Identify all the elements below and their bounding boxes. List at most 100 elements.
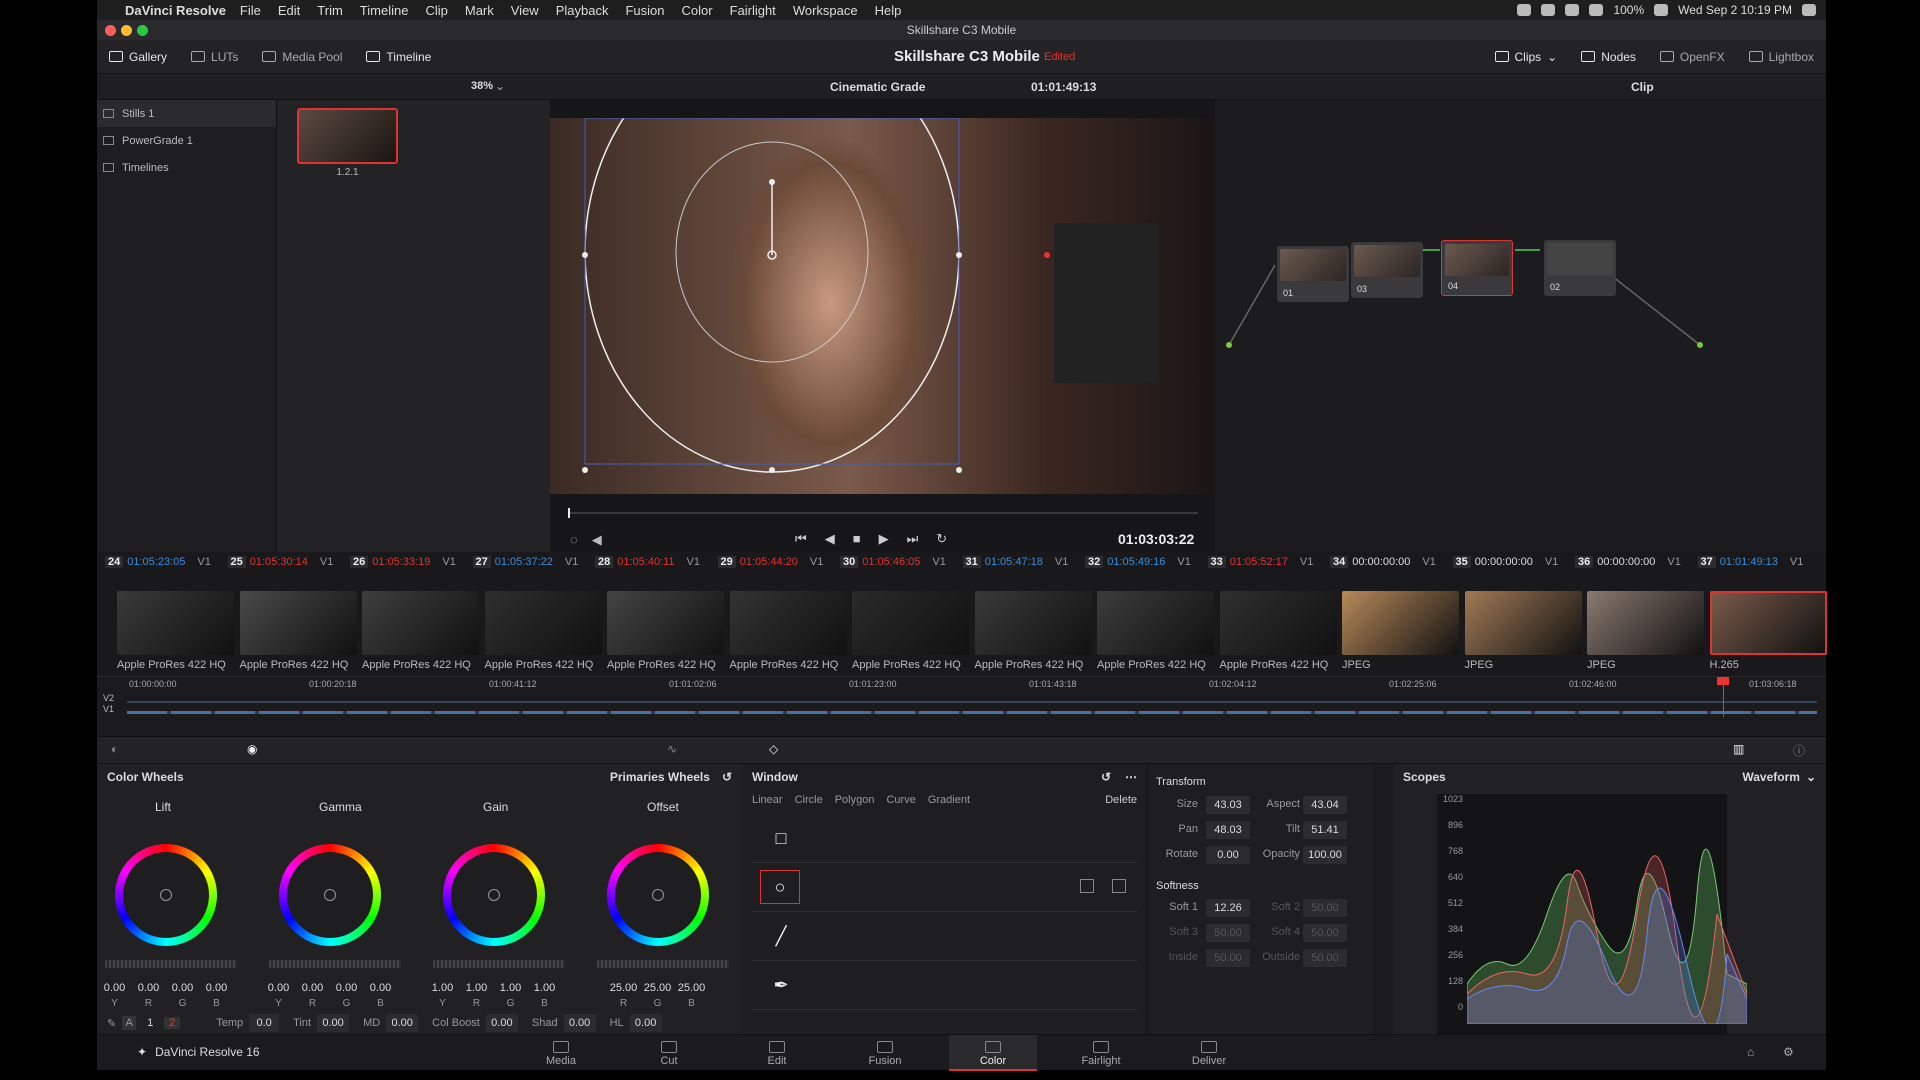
menu-timeline[interactable]: Timeline (360, 3, 409, 18)
temp-field[interactable]: 0.0 (249, 1014, 280, 1032)
scopes-icon[interactable]: ▥ (1733, 742, 1744, 756)
scrubber-playhead[interactable] (568, 508, 570, 518)
nodes-button[interactable]: Nodes (1569, 40, 1648, 74)
menu-color[interactable]: Color (681, 3, 712, 18)
page-2-button[interactable]: 2 (164, 1017, 181, 1029)
wheel-value[interactable]: 0.00 (132, 982, 165, 994)
luts-button[interactable]: LUTs (179, 40, 250, 74)
still-thumbnail[interactable] (297, 108, 398, 164)
clip-thumbnail[interactable] (239, 591, 357, 655)
clip-thumbnail[interactable] (974, 591, 1092, 655)
minimize-button[interactable] (121, 25, 132, 36)
clip-header[interactable]: 26 01:05:33:19 V1 (350, 552, 456, 571)
creative-cloud-icon[interactable] (1541, 4, 1556, 16)
wheel-center-handle[interactable] (324, 889, 336, 901)
gallery-item-timelines[interactable]: Timelines (97, 154, 276, 181)
soft1-field[interactable]: 12.26 (1206, 899, 1250, 917)
aspect-field[interactable]: 43.04 (1303, 796, 1347, 814)
node-02[interactable]: 02 (1544, 240, 1616, 296)
loop-mode-icon[interactable]: ◌ (570, 532, 578, 548)
menu-workspace[interactable]: Workspace (793, 3, 858, 18)
page-fairlight[interactable]: Fairlight (1057, 1035, 1145, 1071)
circle-window-outer[interactable] (584, 118, 960, 473)
clip-thumbnail[interactable] (1342, 591, 1459, 655)
clip-thumbnail[interactable] (852, 591, 969, 655)
clip-header[interactable]: 33 01:05:52:17 V1 (1207, 552, 1313, 571)
menu-trim[interactable]: Trim (317, 3, 343, 18)
scope-mode-select[interactable]: Waveform (1742, 770, 1800, 784)
window-enable-toggle[interactable] (1080, 879, 1094, 893)
window-handle-right[interactable] (956, 252, 962, 258)
node-input[interactable] (1226, 342, 1232, 348)
wheel-value[interactable]: 0.00 (166, 982, 199, 994)
node-editor[interactable]: 01 03 04 02 (1215, 100, 1826, 555)
menu-edit[interactable]: Edit (278, 3, 300, 18)
node-04[interactable]: 04 (1441, 240, 1513, 296)
soft3-field[interactable]: 50.00 (1206, 924, 1250, 942)
soft2-field[interactable]: 50.00 (1303, 899, 1347, 917)
clip-header[interactable]: 34 00:00:00:00 V1 (1330, 552, 1436, 571)
search-icon[interactable] (1802, 4, 1816, 16)
clips-button[interactable]: Clips ⌄ (1483, 40, 1570, 74)
auto-balance-icon[interactable]: ✎ (107, 1017, 116, 1030)
wheel-value[interactable]: 0.00 (200, 982, 233, 994)
page-fusion[interactable]: Fusion (841, 1035, 929, 1071)
clip-thumbnail[interactable] (1219, 591, 1337, 655)
window-handle-bottom-right[interactable] (956, 467, 962, 473)
zoom-button[interactable] (137, 25, 148, 36)
clip-thumbnail[interactable] (1097, 591, 1214, 655)
media-pool-button[interactable]: Media Pool (250, 40, 354, 74)
camera-raw-icon[interactable]: ◐ (111, 742, 118, 756)
wheel-value[interactable]: 0.00 (364, 982, 397, 994)
zoom-select[interactable]: 38% (471, 80, 493, 92)
page-cut[interactable]: Cut (625, 1035, 713, 1071)
gallery-item-stills[interactable]: Stills 1 (97, 100, 276, 127)
window-row-linear[interactable]: ╱ (752, 912, 1137, 961)
wheel-value[interactable]: 25.00 (641, 982, 674, 994)
window-tool-polygon[interactable]: Polygon (835, 794, 875, 806)
info-icon[interactable]: ⓘ (1793, 742, 1805, 759)
menu-fairlight[interactable]: Fairlight (730, 3, 776, 18)
color-boost-field[interactable]: 0.00 (485, 1014, 518, 1032)
outside-field[interactable]: 50.00 (1303, 949, 1347, 967)
node-01[interactable]: 01 (1277, 246, 1349, 302)
window-handle-bottom-left[interactable] (582, 467, 588, 473)
menu-mark[interactable]: Mark (465, 3, 494, 18)
chevron-down-icon[interactable]: ⌄ (1806, 770, 1816, 784)
battery-icon[interactable] (1654, 4, 1669, 16)
master-wheel-slider[interactable] (597, 960, 729, 968)
clip-header[interactable]: 36 00:00:00:00 V1 (1575, 552, 1681, 571)
pan-field[interactable]: 48.03 (1206, 821, 1250, 839)
clip-header[interactable]: 37 01:01:49:13 V1 (1697, 552, 1803, 571)
wheel-value[interactable]: 1.00 (528, 982, 561, 994)
color-wheel-gamma[interactable] (279, 844, 381, 946)
menu-help[interactable]: Help (875, 3, 902, 18)
clip-thumbnail[interactable] (117, 591, 234, 655)
highlights-field[interactable]: 0.00 (629, 1014, 662, 1032)
timeline-button[interactable]: Timeline (354, 40, 443, 74)
volume-icon[interactable]: ◀ (592, 532, 602, 548)
master-wheel-slider[interactable] (269, 960, 401, 968)
rotate-field[interactable]: 0.00 (1206, 846, 1250, 864)
menu-fusion[interactable]: Fusion (625, 3, 664, 18)
wheel-value[interactable]: 0.00 (262, 982, 295, 994)
tilt-field[interactable]: 51.41 (1303, 821, 1347, 839)
wheel-center-handle[interactable] (488, 889, 500, 901)
play-reverse-icon[interactable]: ◀ (825, 531, 835, 547)
window-row-curve[interactable]: ✒ (752, 961, 1137, 1010)
soft4-field[interactable]: 50.00 (1303, 924, 1347, 942)
scrubber-bar[interactable] (568, 512, 1198, 514)
clip-thumbnail[interactable] (484, 591, 602, 655)
page-edit[interactable]: Edit (733, 1035, 821, 1071)
viewer-timecode[interactable]: 01:01:49:13 (1031, 80, 1096, 94)
mini-timeline[interactable]: 01:00:00:00 01:00:20:18 01:00:41:12 01:01:0… (97, 676, 1826, 736)
play-icon[interactable]: ▶ (879, 531, 889, 547)
window-invert-toggle[interactable] (1112, 879, 1126, 893)
node-output[interactable] (1697, 342, 1703, 348)
color-wheel-offset[interactable] (607, 844, 709, 946)
a-button[interactable]: A (122, 1016, 137, 1030)
grade-name-select[interactable]: Cinematic Grade (830, 80, 925, 94)
window-rotate-handle[interactable] (769, 179, 775, 185)
menu-file[interactable]: File (240, 3, 261, 18)
gallery-item-powergrade[interactable]: PowerGrade 1 (97, 127, 276, 154)
